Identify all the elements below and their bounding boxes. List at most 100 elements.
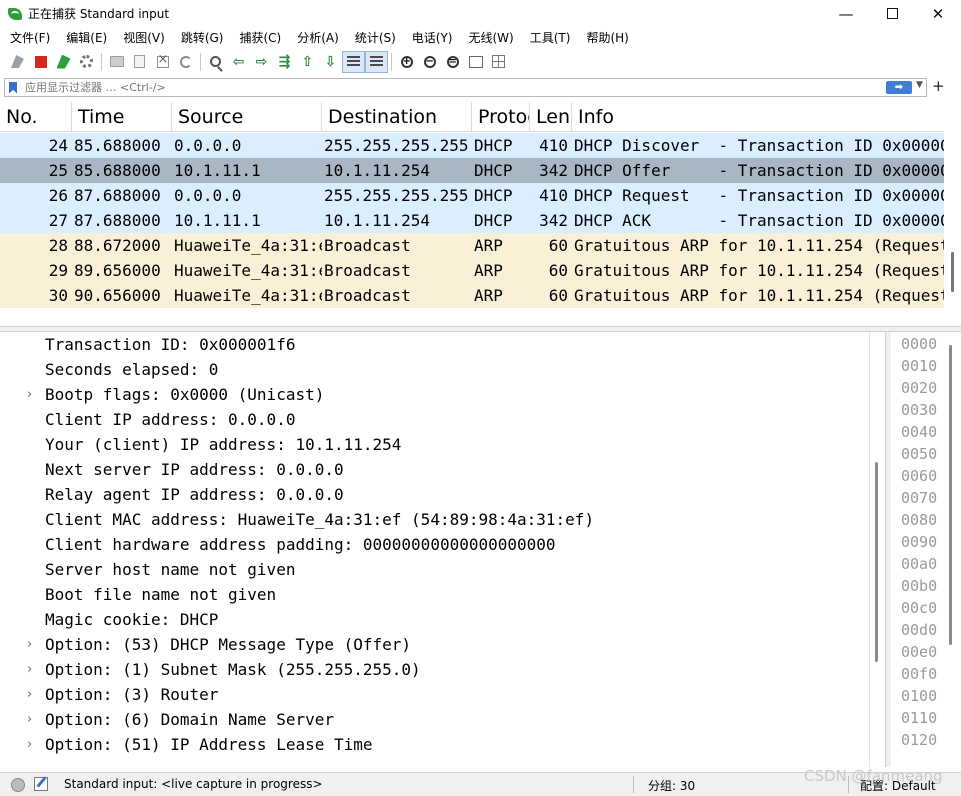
- detail-tree-item[interactable]: › Option: (53) DHCP Message Type (Offer): [3, 632, 869, 657]
- packet-list-scrollbar[interactable]: [944, 102, 961, 326]
- minimize-button[interactable]: —: [823, 0, 869, 27]
- packet-row[interactable]: 27 87.688000 10.1.11.1 10.1.11.254 DHCP 342 DH…: [0, 208, 944, 233]
- packet-cell-protocol: ARP: [474, 261, 503, 280]
- add-filter-button[interactable]: +: [932, 77, 945, 95]
- detail-tree-item[interactable]: Next server IP address: 0.0.0.0: [3, 457, 869, 482]
- packet-bytes-scrollbar[interactable]: [949, 345, 952, 645]
- packet-row[interactable]: 30 90.656000 HuaweiTe_4a:31:ef Broadcast ARP…: [0, 283, 944, 308]
- detail-tree-item[interactable]: › Option: (3) Router: [3, 682, 869, 707]
- menu-edit[interactable]: 编辑(E): [59, 29, 114, 46]
- packet-cell-time: 88.672000: [74, 236, 161, 255]
- menu-wireless[interactable]: 无线(W): [462, 29, 521, 46]
- go-back-icon: ⇦: [232, 53, 245, 70]
- close-file-button[interactable]: [151, 51, 174, 73]
- packet-cell-info: DHCP Request - Transaction ID 0x000001f6: [574, 186, 944, 205]
- detail-tree-item[interactable]: Seconds elapsed: 0: [3, 357, 869, 382]
- go-last-button[interactable]: ⇩: [319, 51, 342, 73]
- column-header-source[interactable]: Source: [172, 102, 322, 131]
- go-first-button[interactable]: ⇧: [296, 51, 319, 73]
- zoom-in-button[interactable]: +: [395, 51, 418, 73]
- detail-item-text: Magic cookie: DHCP: [45, 610, 219, 629]
- scrollbar-thumb[interactable]: [875, 462, 878, 662]
- detail-item-text: Client IP address: 0.0.0.0: [45, 410, 296, 429]
- menu-analyze[interactable]: 分析(A): [290, 29, 346, 46]
- expand-arrow-icon[interactable]: ›: [27, 657, 37, 682]
- display-filter-input[interactable]: [25, 81, 865, 94]
- menu-help[interactable]: 帮助(H): [579, 29, 635, 46]
- capture-options-button[interactable]: [75, 51, 98, 73]
- packet-cell-time: 89.656000: [74, 261, 161, 280]
- detail-item-text: Server host name not given: [45, 560, 296, 579]
- detail-tree-item[interactable]: Your (client) IP address: 10.1.11.254: [3, 432, 869, 457]
- detail-item-text: Bootp flags: 0x0000 (Unicast): [45, 385, 325, 404]
- menu-file[interactable]: 文件(F): [0, 29, 57, 46]
- packet-cell-info: DHCP ACK - Transaction ID 0x000001f6: [574, 211, 944, 230]
- packet-details-scrollbar[interactable]: [871, 332, 885, 767]
- go-to-packet-button[interactable]: ⇶: [273, 51, 296, 73]
- menu-tools[interactable]: 工具(T): [523, 29, 578, 46]
- packet-row[interactable]: 29 89.656000 HuaweiTe_4a:31:ef Broadcast ARP…: [0, 258, 944, 283]
- detail-tree-item[interactable]: › Option: (6) Domain Name Server: [3, 707, 869, 732]
- detail-tree-item[interactable]: Transaction ID: 0x000001f6: [3, 332, 869, 357]
- autoscroll-button[interactable]: [342, 50, 365, 73]
- packet-cell-no: 26: [48, 186, 68, 205]
- menu-telephony[interactable]: 电话(Y): [405, 29, 460, 46]
- detail-tree-item[interactable]: Client hardware address padding: 0000000…: [3, 532, 869, 557]
- detail-tree-item[interactable]: Magic cookie: DHCP: [3, 607, 869, 632]
- filter-history-dropdown[interactable]: ▼: [916, 80, 923, 90]
- packet-row[interactable]: 26 87.688000 0.0.0.0 255.255.255.255 DHCP 410…: [0, 183, 944, 208]
- menu-capture[interactable]: 捕获(C): [232, 29, 288, 46]
- packet-cell-destination: Broadcast: [324, 261, 411, 280]
- detail-tree-item[interactable]: Client MAC address: HuaweiTe_4a:31:ef (5…: [3, 507, 869, 532]
- go-forward-button[interactable]: ⇨: [250, 51, 273, 73]
- close-window-button[interactable]: ✕: [915, 0, 961, 27]
- packet-cell-no: 24: [48, 136, 68, 155]
- column-header-destination[interactable]: Destination: [322, 102, 472, 131]
- expert-info-icon[interactable]: [11, 778, 25, 792]
- find-packet-button[interactable]: [204, 51, 227, 73]
- capture-comment-icon[interactable]: [34, 777, 48, 791]
- packet-row[interactable]: 24 85.688000 0.0.0.0 255.255.255.255 DHCP 410…: [0, 133, 944, 158]
- save-file-button[interactable]: [128, 51, 151, 73]
- resize-columns-button[interactable]: [464, 51, 487, 73]
- detail-tree-item[interactable]: › Option: (51) IP Address Lease Time: [3, 732, 869, 757]
- reload-file-button[interactable]: [174, 51, 197, 73]
- expand-arrow-icon[interactable]: ›: [27, 632, 37, 657]
- packet-cell-length: 342: [539, 161, 568, 180]
- normal-size-button[interactable]: =: [441, 51, 464, 73]
- maximize-button[interactable]: [869, 0, 915, 27]
- expand-arrow-icon[interactable]: ›: [27, 382, 37, 407]
- column-header-length[interactable]: Length: [530, 102, 572, 131]
- column-header-no[interactable]: No.: [0, 102, 72, 131]
- menu-view[interactable]: 视图(V): [116, 29, 172, 46]
- detail-tree-item[interactable]: Relay agent IP address: 0.0.0.0: [3, 482, 869, 507]
- column-header-protocol[interactable]: Protocol: [472, 102, 530, 131]
- apply-filter-button[interactable]: ➡: [886, 81, 912, 94]
- restart-capture-button[interactable]: [52, 51, 75, 73]
- expand-arrow-icon[interactable]: ›: [27, 682, 37, 707]
- expand-arrow-icon[interactable]: ›: [27, 707, 37, 732]
- detail-tree-item[interactable]: › Option: (1) Subnet Mask (255.255.255.0): [3, 657, 869, 682]
- packet-cell-no: 30: [48, 286, 68, 305]
- detail-tree-item[interactable]: Server host name not given: [3, 557, 869, 582]
- scrollbar-thumb[interactable]: [951, 252, 954, 292]
- detail-tree-item[interactable]: Boot file name not given: [3, 582, 869, 607]
- menu-statistics[interactable]: 统计(S): [348, 29, 403, 46]
- expand-arrow-icon[interactable]: ›: [27, 732, 37, 757]
- column-header-info[interactable]: Info: [572, 102, 944, 131]
- go-back-button[interactable]: ⇦: [227, 51, 250, 73]
- packet-row[interactable]: 25 85.688000 10.1.11.1 10.1.11.254 DHCP 342 DH…: [0, 158, 944, 183]
- detail-tree-item[interactable]: › Bootp flags: 0x0000 (Unicast): [3, 382, 869, 407]
- start-capture-button[interactable]: [6, 51, 29, 73]
- zoom-out-button[interactable]: −: [418, 51, 441, 73]
- stop-capture-button[interactable]: [29, 51, 52, 73]
- layout-button[interactable]: [487, 51, 510, 73]
- detail-tree-item[interactable]: Client IP address: 0.0.0.0: [3, 407, 869, 432]
- menu-go[interactable]: 跳转(G): [174, 29, 231, 46]
- bookmark-icon[interactable]: [9, 81, 17, 94]
- open-file-button[interactable]: [105, 51, 128, 73]
- column-header-time[interactable]: Time: [72, 102, 172, 131]
- packet-cell-length: 60: [548, 236, 568, 255]
- packet-row[interactable]: 28 88.672000 HuaweiTe_4a:31:ef Broadcast ARP…: [0, 233, 944, 258]
- colorize-button[interactable]: [365, 50, 388, 73]
